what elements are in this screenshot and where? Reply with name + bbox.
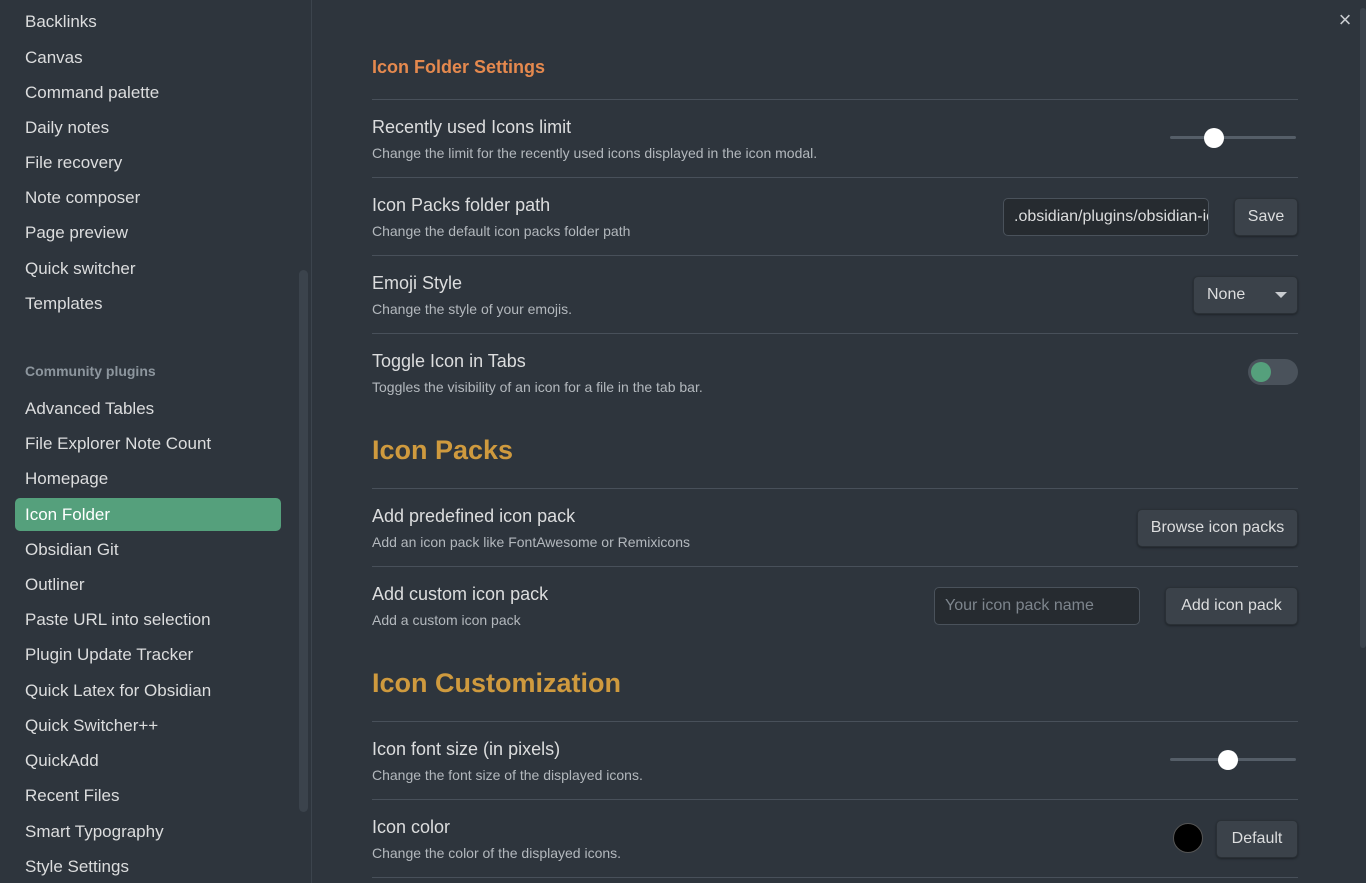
setting-desc-predefined-pack: Add an icon pack like FontAwesome or Rem… [372,534,691,550]
setting-desc-folder-path: Change the default icon packs folder pat… [372,223,631,239]
font-size-slider[interactable] [1170,750,1296,770]
icon-pack-name-input[interactable]: Your icon pack name [934,587,1140,625]
toggle-icon-in-tabs[interactable] [1248,359,1298,385]
setting-name-emoji-style: Emoji Style [372,273,463,293]
slider-thumb[interactable] [1203,128,1224,148]
setting-name-toggle-tabs: Toggle Icon in Tabs [372,351,526,371]
dropdown-value: None [1207,286,1246,303]
default-color-button[interactable]: Default [1216,820,1298,858]
divider [372,799,1298,800]
content-scrollbar[interactable] [1360,8,1366,648]
sidebar-item-command-palette[interactable]: Command palette [15,76,281,109]
sidebar-item-smart-typography[interactable]: Smart Typography [15,815,281,848]
community-plugins-heading: Community plugins [25,363,156,379]
divider [372,99,1298,100]
sidebar-item-canvas[interactable]: Canvas [15,41,281,74]
slider-track [1170,136,1296,139]
divider [372,255,1298,256]
sidebar-item-paste-url[interactable]: Paste URL into selection [15,603,281,636]
settings-content: × Icon Folder Settings Recently used Ico… [313,0,1366,883]
sidebar-item-advanced-tables[interactable]: Advanced Tables [15,392,281,425]
divider [372,488,1298,489]
browse-icon-packs-button[interactable]: Browse icon packs [1137,509,1298,547]
sidebar-item-daily-notes[interactable]: Daily notes [15,111,281,144]
sidebar-item-page-preview[interactable]: Page preview [15,216,281,249]
sidebar-item-quick-switcher[interactable]: Quick switcher [15,252,281,285]
icon-packs-heading: Icon Packs [372,435,514,465]
save-button[interactable]: Save [1234,198,1298,236]
sidebar-item-recent-files[interactable]: Recent Files [15,779,281,812]
sidebar-item-quickadd[interactable]: QuickAdd [15,744,281,777]
chevron-down-icon [1275,292,1287,298]
emoji-style-dropdown[interactable]: None [1193,276,1298,314]
settings-window: Backlinks Canvas Command palette Daily n… [0,0,1366,883]
sidebar-item-outliner[interactable]: Outliner [15,568,281,601]
setting-name-folder-path: Icon Packs folder path [372,195,551,215]
sidebar-item-file-recovery[interactable]: File recovery [15,146,281,179]
sidebar-item-obsidian-git[interactable]: Obsidian Git [15,533,281,566]
setting-name-predefined-pack: Add predefined icon pack [372,506,576,526]
sidebar-item-style-settings[interactable]: Style Settings [15,850,281,883]
sidebar-item-icon-folder[interactable]: Icon Folder [15,498,281,531]
sidebar-item-file-explorer-note-count[interactable]: File Explorer Note Count [15,427,281,460]
setting-desc-font-size: Change the font size of the displayed ic… [372,767,643,783]
settings-sidebar: Backlinks Canvas Command palette Daily n… [0,0,312,883]
divider [372,333,1298,334]
toggle-knob [1251,362,1271,382]
setting-name-icon-color: Icon color [372,817,451,837]
setting-desc-toggle-tabs: Toggles the visibility of an icon for a … [372,379,703,395]
page-title: Icon Folder Settings [372,57,546,77]
setting-desc-emoji-style: Change the style of your emojis. [372,301,572,317]
slider-thumb[interactable] [1217,750,1238,770]
setting-name-font-size: Icon font size (in pixels) [372,739,561,759]
icon-customization-heading: Icon Customization [372,668,621,698]
sidebar-item-backlinks[interactable]: Backlinks [15,5,281,38]
folder-path-input[interactable]: .obsidian/plugins/obsidian-icon-folder/i… [1003,198,1209,236]
recent-limit-slider[interactable] [1170,128,1296,148]
setting-desc-custom-pack: Add a custom icon pack [372,612,521,628]
divider [372,566,1298,567]
sidebar-item-plugin-update-tracker[interactable]: Plugin Update Tracker [15,638,281,671]
sidebar-item-quick-switcher-plus[interactable]: Quick Switcher++ [15,709,281,742]
setting-desc-icon-color: Change the color of the displayed icons. [372,845,622,861]
setting-desc-recent-limit: Change the limit for the recently used i… [372,145,818,161]
setting-name-recent-limit: Recently used Icons limit [372,117,572,137]
close-icon[interactable]: × [1333,8,1357,32]
sidebar-item-note-composer[interactable]: Note composer [15,181,281,214]
setting-name-custom-pack: Add custom icon pack [372,584,549,604]
add-icon-pack-button[interactable]: Add icon pack [1165,587,1298,625]
divider [372,877,1298,878]
sidebar-item-homepage[interactable]: Homepage [15,462,281,495]
sidebar-item-templates[interactable]: Templates [15,287,281,320]
divider [372,177,1298,178]
sidebar-item-quick-latex[interactable]: Quick Latex for Obsidian [15,674,281,707]
divider [372,721,1298,722]
sidebar-scrollbar[interactable] [299,270,308,812]
icon-color-picker[interactable] [1173,823,1203,853]
